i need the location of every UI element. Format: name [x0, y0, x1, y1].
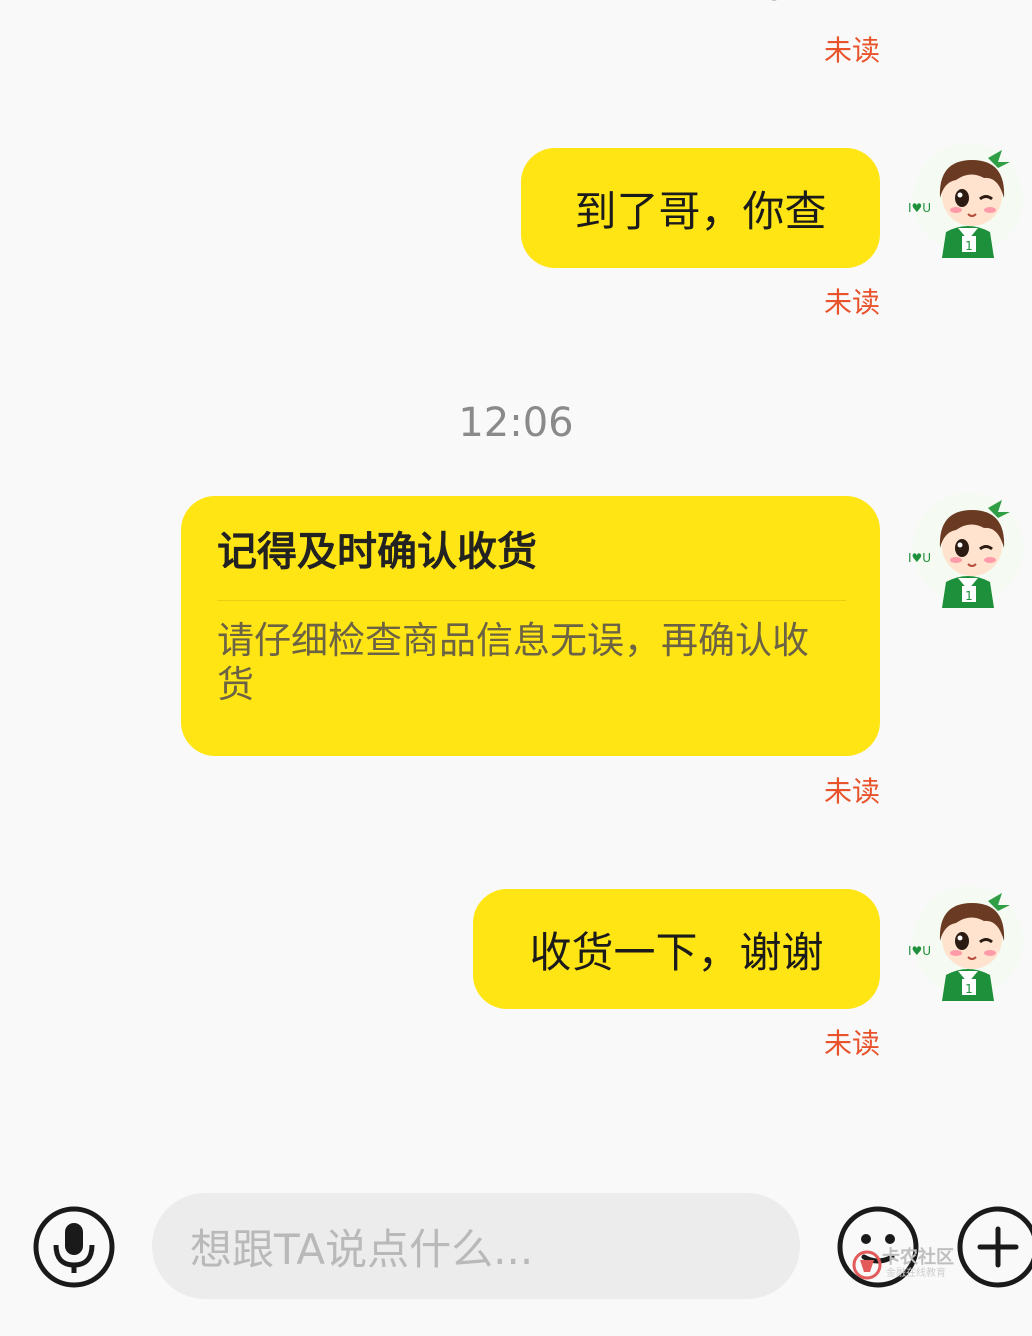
unread-status: 未读: [823, 775, 880, 808]
avatar-caption: I♥U: [908, 551, 931, 565]
unread-status: 未读: [823, 286, 880, 319]
previous-message-fragment: [771, 0, 777, 1]
user-avatar[interactable]: 1 I♥U: [906, 136, 1024, 258]
unread-status: 未读: [823, 1027, 880, 1060]
message-bubble[interactable]: 收货一下，谢谢: [473, 889, 880, 1009]
avatar-number: 1: [965, 589, 973, 603]
unread-status: 未读: [823, 34, 880, 67]
message-input[interactable]: 想跟TA说点什么...: [152, 1193, 800, 1299]
input-placeholder: 想跟TA说点什么...: [190, 1224, 534, 1274]
message-timestamp: 12:06: [458, 400, 574, 446]
user-avatar[interactable]: 1 I♥U: [906, 879, 1024, 1001]
message-text: 收货一下，谢谢: [529, 927, 824, 977]
chat-area[interactable]: 未读 到了哥，你查 1 I♥U 未读 12:06 记得及时确认收货 请仔细检查商…: [0, 0, 1032, 1180]
microphone-icon[interactable]: [32, 1205, 116, 1289]
avatar-caption: I♥U: [908, 201, 931, 215]
message-text: 到了哥，你查: [574, 186, 827, 236]
message-bubble[interactable]: 到了哥，你查: [521, 148, 880, 268]
watermark-subtitle: 金融在线教育: [886, 1268, 946, 1279]
avatar-caption: I♥U: [908, 944, 931, 958]
user-avatar[interactable]: 1 I♥U: [906, 486, 1024, 608]
avatar-number: 1: [965, 239, 973, 253]
avatar-number: 1: [965, 982, 973, 996]
watermark-logo-icon: [852, 1250, 882, 1280]
card-title: 记得及时确认收货: [217, 529, 537, 575]
watermark-title: 卡农社区: [882, 1247, 954, 1268]
card-divider: [217, 600, 846, 601]
watermark: 卡农社区 金融在线教育: [852, 1248, 992, 1284]
card-body: 请仔细检查商品信息无误，再确认收货: [217, 619, 809, 706]
receipt-reminder-card[interactable]: 记得及时确认收货 请仔细检查商品信息无误，再确认收货: [181, 496, 880, 756]
